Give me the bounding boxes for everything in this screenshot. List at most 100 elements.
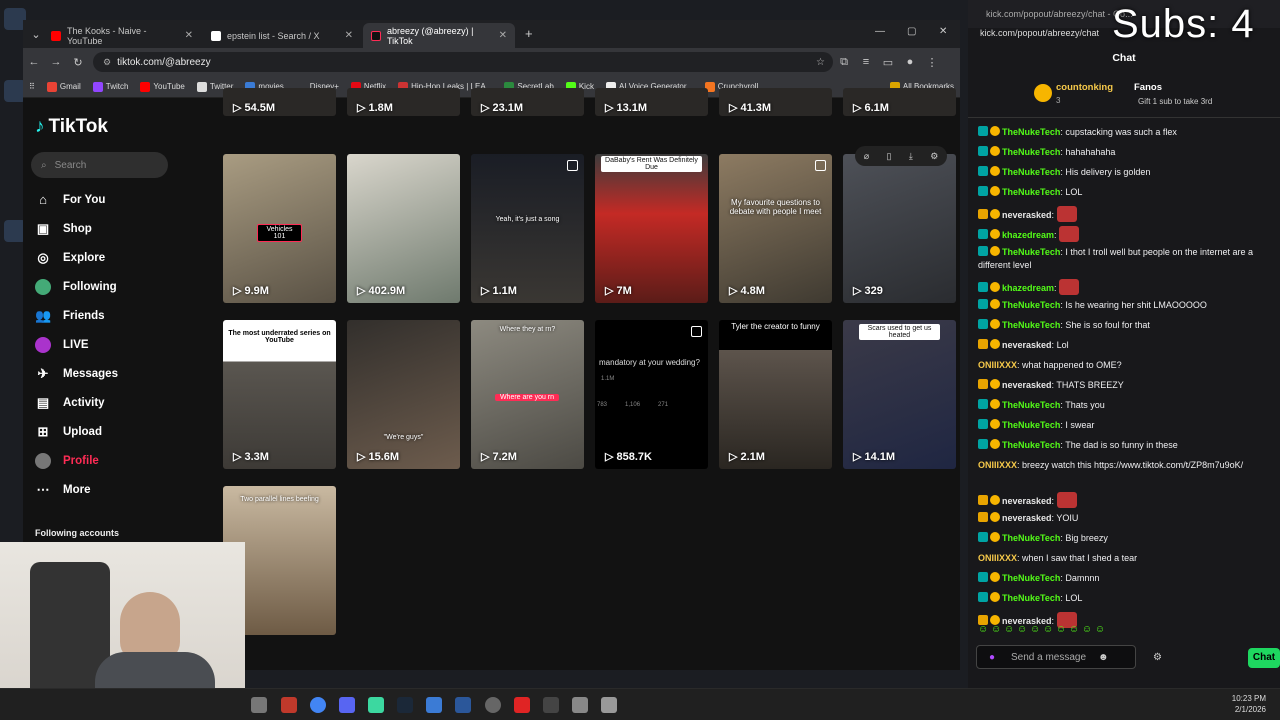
reload-icon[interactable]: ↻	[67, 56, 89, 69]
chat-text: hahahahaha	[1065, 147, 1116, 157]
nav-profile[interactable]: Profile	[35, 453, 99, 469]
app-icon[interactable]	[514, 697, 530, 713]
notepad-icon[interactable]	[455, 697, 471, 713]
nav-upload[interactable]: ⊞ Upload	[35, 424, 102, 440]
emote-picker-icon[interactable]: ☻	[1098, 652, 1109, 663]
sub-badge-icon	[990, 399, 1000, 409]
chrome-icon[interactable]	[310, 697, 326, 713]
tab-youtube[interactable]: The Kooks - Naive - YouTube ✕	[43, 23, 201, 48]
video-card[interactable]: The most underrated series on YouTube ▷ 3…	[223, 320, 336, 469]
site-info-icon[interactable]: ⚙	[103, 57, 111, 68]
video-highlight-text: Where are you rn	[495, 394, 559, 401]
settings-icon[interactable]: ⚙	[1153, 652, 1162, 663]
nav-friends[interactable]: 👥 Friends	[35, 308, 105, 324]
bookmark-twitch[interactable]: Twitch	[87, 81, 135, 92]
explorer-icon[interactable]	[426, 697, 442, 713]
badge-icon	[978, 439, 988, 449]
phone-icon[interactable]: ▯	[887, 151, 892, 162]
app-icon[interactable]	[368, 697, 384, 713]
bookmark-youtube[interactable]: YouTube	[134, 81, 190, 92]
video-card[interactable]: ▷ 1.8M	[347, 88, 460, 116]
chat-header: Chat	[1112, 52, 1136, 64]
app-icon[interactable]	[281, 697, 297, 713]
clock[interactable]: 10:23 PM 2/1/2026	[1232, 693, 1266, 715]
nav-live[interactable]: LIVE	[35, 337, 89, 353]
emote-bar[interactable]: ☺ ☺ ☺ ☺ ☺ ☺ ☺ ☺ ☺ ☺	[978, 624, 1105, 635]
nav-explore[interactable]: ◎ Explore	[35, 250, 105, 266]
window-close-icon[interactable]: ✕	[939, 26, 947, 37]
chat-message: TheNukeTech: I swear	[978, 419, 1270, 432]
download-icon[interactable]: ⤓	[909, 151, 913, 162]
video-card[interactable]: DaBaby's Rent Was Definitely Due ▷ 7M	[595, 154, 708, 303]
app-icon[interactable]	[601, 697, 617, 713]
app-icon[interactable]	[543, 697, 559, 713]
video-card[interactable]: Scars used to get us heated ▷ 14.1M	[843, 320, 956, 469]
tab-label: abreezy (@abreezy) | TikTok	[387, 25, 474, 46]
search-input[interactable]: ⌕ Search	[31, 152, 168, 178]
minimize-icon[interactable]: —	[875, 26, 885, 37]
video-card[interactable]: ▷ 6.1M	[843, 88, 956, 116]
app-icon[interactable]	[572, 697, 588, 713]
tiktok-logo[interactable]: ♪ TikTok	[35, 116, 108, 138]
chat-message: TheNukeTech: Thats you	[978, 399, 1270, 412]
settings-icon[interactable]: ⚙	[930, 151, 938, 162]
video-card[interactable]: "We're guys" ▷ 15.6M	[347, 320, 460, 469]
nav-messages[interactable]: ✈ Messages	[35, 366, 118, 382]
video-card[interactable]: ▷ 54.5M	[223, 88, 336, 116]
url-text: tiktok.com/@abreezy	[117, 56, 211, 68]
close-icon[interactable]: ✕	[499, 30, 507, 41]
close-icon[interactable]: ✕	[345, 30, 353, 41]
nav-shop[interactable]: ▣ Shop	[35, 221, 92, 237]
photo-icon	[815, 160, 826, 171]
video-card[interactable]: ▷ 329	[843, 154, 956, 303]
maximize-icon[interactable]: ▢	[907, 26, 916, 37]
view-count: ▷ 41.3M	[729, 101, 772, 115]
apps-icon[interactable]: ⠿	[23, 82, 41, 91]
send-chat-button[interactable]: Chat	[1248, 648, 1280, 668]
chat-text: when I saw that I shed a tear	[1022, 553, 1138, 563]
profile-icon[interactable]: ●	[899, 56, 921, 68]
forward-icon[interactable]: →	[45, 56, 67, 68]
settings-app-icon[interactable]	[251, 697, 267, 713]
pinned-gift-banner[interactable]: countonking 3 Fanos Gift 1 sub to take 3…	[968, 72, 1280, 118]
chat-message-input[interactable]: ● Send a message	[976, 645, 1136, 669]
nav-more[interactable]: ⋯ More	[35, 482, 91, 498]
video-card[interactable]: Where they at rn? Where are you rn ▷ 7.2M	[471, 320, 584, 469]
video-card[interactable]: mandatory at your wedding? 1.1M 783 1,106…	[595, 320, 708, 469]
video-card[interactable]: Vehicles 101 ▷ 9.9M	[223, 154, 336, 303]
play-icon: ▷	[853, 451, 862, 463]
nav-activity[interactable]: ▤ Activity	[35, 395, 105, 411]
video-card[interactable]: ▷ 23.1M	[471, 88, 584, 116]
tab-icon[interactable]: ▭	[877, 56, 899, 69]
extensions-icon[interactable]: ⧉	[833, 56, 855, 69]
url-input[interactable]: ⚙ tiktok.com/@abreezy ☆	[93, 52, 833, 72]
video-card[interactable]: ▷ 13.1M	[595, 88, 708, 116]
discord-icon[interactable]	[339, 697, 355, 713]
photo-icon	[567, 160, 578, 171]
back-icon[interactable]: ←	[23, 56, 45, 68]
steam-icon[interactable]	[397, 697, 413, 713]
link-icon[interactable]: ⌀	[864, 151, 869, 162]
play-icon: ▷	[233, 451, 242, 463]
more-icon: ⋯	[36, 482, 50, 497]
mic-icon[interactable]: ●	[989, 652, 995, 663]
chat-username: TheNukeTech	[1002, 147, 1061, 157]
video-card[interactable]: ▷ 41.3M	[719, 88, 832, 116]
video-card[interactable]: Yeah, it's just a song ▷ 1.1M	[471, 154, 584, 303]
media-icon[interactable]: ≡	[855, 56, 877, 68]
tab-tiktok[interactable]: abreezy (@abreezy) | TikTok ✕	[363, 23, 515, 48]
nav-following[interactable]: Following	[35, 279, 117, 295]
tab-x[interactable]: epstein list - Search / X ✕	[203, 23, 361, 48]
video-card[interactable]: ▷ 402.9M	[347, 154, 460, 303]
video-card[interactable]: My favourite questions to debate with pe…	[719, 154, 832, 303]
nav-for-you[interactable]: ⌂ For You	[35, 192, 105, 207]
close-icon[interactable]: ✕	[185, 30, 193, 41]
video-card[interactable]: Tyler the creator to funny ▷ 2.1M	[719, 320, 832, 469]
bookmark-star-icon[interactable]: ☆	[816, 57, 825, 68]
new-tab-icon[interactable]: +	[525, 26, 533, 41]
menu-icon[interactable]: ⋮	[921, 56, 943, 69]
obs-icon[interactable]	[485, 697, 501, 713]
play-icon: ▷	[605, 285, 614, 297]
chat-username: TheNukeTech	[1002, 593, 1061, 603]
bookmark-gmail[interactable]: Gmail	[41, 81, 87, 92]
